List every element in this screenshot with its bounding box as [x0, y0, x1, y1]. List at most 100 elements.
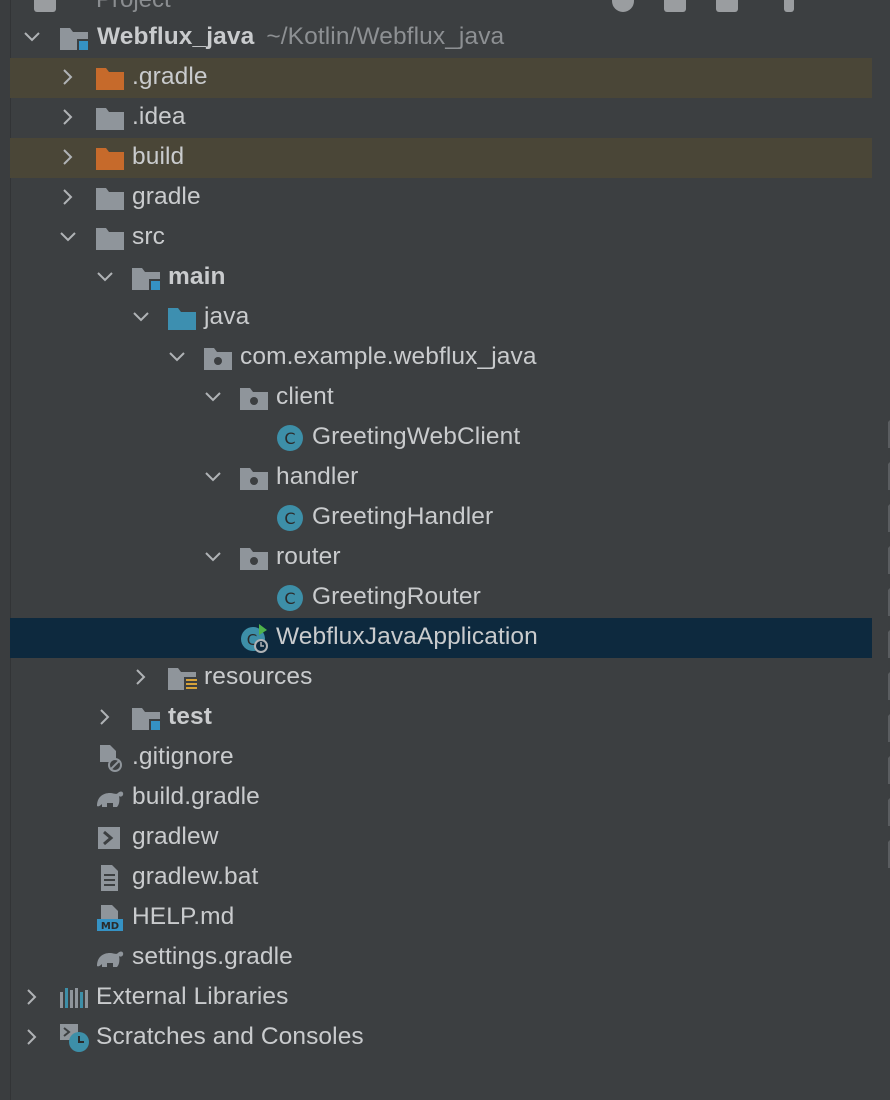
resources-label: resources — [204, 663, 313, 690]
router-label: router — [276, 543, 341, 570]
greeting-web-client-label: GreetingWebClient — [312, 423, 521, 450]
tree-row-application[interactable]: C WebfluxJavaApplication — [10, 618, 872, 658]
editor-gutter-edge — [884, 420, 890, 868]
chevron-down-icon[interactable] — [205, 548, 221, 566]
tree-row-greeting-web-client[interactable]: C GreetingWebClient — [10, 418, 872, 458]
tree-row-gitignore[interactable]: .gitignore — [10, 738, 872, 778]
chevron-right-icon[interactable] — [24, 988, 40, 1006]
chevron-down-icon[interactable] — [133, 308, 149, 326]
chevron-down-icon[interactable] — [205, 388, 221, 406]
svg-text:C: C — [284, 509, 295, 528]
tree-row-external-libraries[interactable]: External Libraries — [10, 978, 872, 1018]
main-label: main — [168, 263, 226, 290]
package-icon — [240, 384, 270, 412]
tree-row-scratches[interactable]: Scratches and Consoles — [10, 1018, 872, 1058]
chevron-right-icon[interactable] — [60, 188, 76, 206]
tree-row-resources[interactable]: resources — [10, 658, 872, 698]
tree-row-gradle[interactable]: gradle — [10, 178, 872, 218]
scratches-label: Scratches and Consoles — [96, 1023, 364, 1050]
package-icon — [204, 344, 234, 372]
more-icon[interactable] — [784, 0, 794, 12]
tree-row-test[interactable]: test — [10, 698, 872, 738]
chevron-right-icon[interactable] — [60, 68, 76, 86]
resources-folder-icon — [168, 664, 198, 692]
tree-row-root[interactable]: Webflux_java ~/Kotlin/Webflux_java — [10, 18, 872, 58]
gradle-elephant-icon — [94, 944, 124, 972]
module-folder-icon — [132, 264, 162, 292]
collapse-all-icon[interactable] — [664, 0, 686, 12]
package-icon — [240, 544, 270, 572]
tree-row-build[interactable]: build — [10, 138, 872, 178]
greeting-router-label: GreetingRouter — [312, 583, 481, 610]
tree-row-src[interactable]: src — [10, 218, 872, 258]
markdown-file-icon: MD — [96, 904, 126, 932]
java-label: java — [204, 303, 250, 330]
module-folder-icon — [60, 24, 90, 52]
tree-row-main[interactable]: main — [10, 258, 872, 298]
text-file-icon — [96, 864, 126, 892]
help-md-label: HELP.md — [132, 903, 235, 930]
class-icon: C — [276, 584, 306, 612]
folder-icon — [96, 224, 126, 252]
tree-row-package[interactable]: com.example.webflux_java — [10, 338, 872, 378]
chevron-down-icon[interactable] — [97, 268, 113, 286]
chevron-down-icon[interactable] — [169, 348, 185, 366]
scratches-icon — [60, 1024, 90, 1052]
tree-row-router[interactable]: router — [10, 538, 872, 578]
class-icon: C — [276, 424, 306, 452]
options-icon[interactable] — [716, 0, 738, 12]
project-view-icon[interactable] — [34, 0, 56, 12]
settings-gradle-label: settings.gradle — [132, 943, 293, 970]
tree-row-gradlew-bat[interactable]: gradlew.bat — [10, 858, 872, 898]
idea-label: .idea — [132, 103, 186, 130]
source-folder-icon — [168, 304, 198, 332]
tree-row-gradlew[interactable]: gradlew — [10, 818, 872, 858]
project-tree[interactable]: Webflux_java ~/Kotlin/Webflux_java .gradl… — [10, 18, 872, 1058]
client-label: client — [276, 383, 334, 410]
svg-text:C: C — [284, 429, 295, 448]
application-label: WebfluxJavaApplication — [276, 623, 538, 650]
package-label: com.example.webflux_java — [240, 343, 537, 370]
external-libraries-label: External Libraries — [96, 983, 289, 1010]
ignored-file-icon — [96, 744, 126, 772]
folder-icon — [96, 184, 126, 212]
tool-window-header: Project — [0, 0, 890, 18]
chevron-down-icon[interactable] — [205, 468, 221, 486]
src-label: src — [132, 223, 165, 250]
shell-script-icon — [96, 824, 126, 852]
tree-row-dot-gradle[interactable]: .gradle — [10, 58, 872, 98]
tree-row-build-gradle[interactable]: build.gradle — [10, 778, 872, 818]
locate-icon[interactable] — [612, 0, 634, 12]
tree-row-java[interactable]: java — [10, 298, 872, 338]
svg-text:MD: MD — [101, 921, 119, 932]
handler-label: handler — [276, 463, 359, 490]
tree-row-idea[interactable]: .idea — [10, 98, 872, 138]
chevron-right-icon[interactable] — [97, 708, 113, 726]
gradle-folder-label: gradle — [132, 183, 201, 210]
gradle-elephant-icon — [94, 784, 124, 812]
build-label: build — [132, 143, 185, 170]
chevron-right-icon[interactable] — [60, 148, 76, 166]
tree-row-help-md[interactable]: MD HELP.md — [10, 898, 872, 938]
project-path: ~/Kotlin/Webflux_java — [266, 23, 505, 50]
tree-row-settings-gradle[interactable]: settings.gradle — [10, 938, 872, 978]
module-folder-icon — [132, 704, 162, 732]
chevron-down-icon[interactable] — [24, 28, 40, 46]
chevron-right-icon[interactable] — [133, 668, 149, 686]
excluded-folder-icon — [96, 144, 126, 172]
chevron-right-icon[interactable] — [24, 1028, 40, 1046]
dot-gradle-label: .gradle — [132, 63, 208, 90]
tree-row-greeting-handler[interactable]: C GreetingHandler — [10, 498, 872, 538]
libraries-icon — [60, 984, 90, 1012]
tool-window-title: Project — [96, 0, 171, 14]
class-icon: C — [276, 504, 306, 532]
tree-row-client[interactable]: client — [10, 378, 872, 418]
tree-row-handler[interactable]: handler — [10, 458, 872, 498]
spring-boot-class-icon: C — [240, 624, 270, 653]
excluded-folder-icon — [96, 64, 126, 92]
package-icon — [240, 464, 270, 492]
tree-row-greeting-router[interactable]: C GreetingRouter — [10, 578, 872, 618]
chevron-down-icon[interactable] — [60, 228, 76, 246]
gradlew-label: gradlew — [132, 823, 219, 850]
chevron-right-icon[interactable] — [60, 108, 76, 126]
